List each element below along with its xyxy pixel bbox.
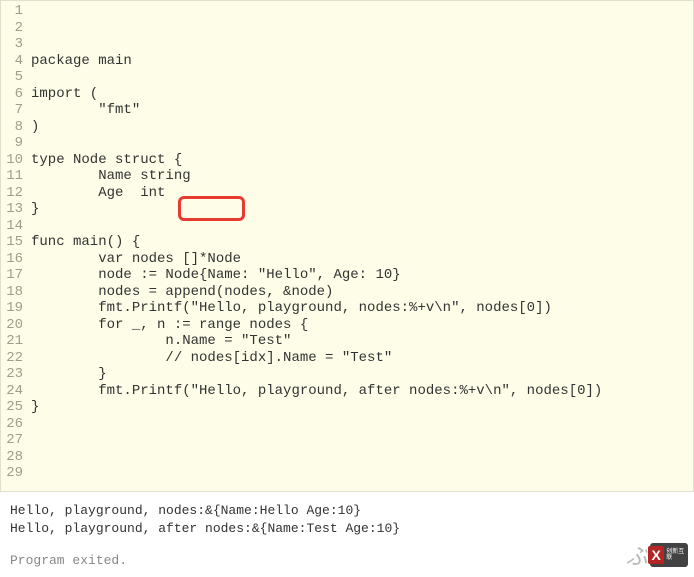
line-number: 18 [1, 284, 23, 301]
code-line[interactable] [31, 449, 602, 466]
brand-logo-text: 创新互联 [666, 549, 688, 561]
line-number: 12 [1, 185, 23, 202]
line-number-gutter: 1234567891011121314151617181920212223242… [1, 1, 29, 491]
code-line[interactable] [31, 69, 602, 86]
code-line[interactable]: } [31, 366, 602, 383]
code-line[interactable]: func main() { [31, 234, 602, 251]
code-editor[interactable]: 1234567891011121314151617181920212223242… [0, 0, 694, 492]
code-line[interactable]: var nodes []*Node [31, 251, 602, 268]
line-number: 16 [1, 251, 23, 268]
watermark: ぶ X 创新互联 [626, 539, 688, 571]
line-number: 2 [1, 20, 23, 37]
line-number: 28 [1, 449, 23, 466]
line-number: 13 [1, 201, 23, 218]
line-number: 4 [1, 53, 23, 70]
line-number: 23 [1, 366, 23, 383]
code-area[interactable]: package main import ( "fmt") type Node str… [29, 1, 602, 491]
line-number: 8 [1, 119, 23, 136]
line-number: 5 [1, 69, 23, 86]
code-line[interactable]: // nodes[idx].Name = "Test" [31, 350, 602, 367]
line-number: 14 [1, 218, 23, 235]
line-number: 1 [1, 3, 23, 20]
line-number: 10 [1, 152, 23, 169]
line-number: 3 [1, 36, 23, 53]
code-line[interactable]: fmt.Printf("Hello, playground, after nod… [31, 383, 602, 400]
code-line[interactable]: n.Name = "Test" [31, 333, 602, 350]
code-line[interactable]: Name string [31, 168, 602, 185]
code-line[interactable]: Age int [31, 185, 602, 202]
line-number: 17 [1, 267, 23, 284]
line-number: 20 [1, 317, 23, 334]
line-number: 25 [1, 399, 23, 416]
code-line[interactable]: package main [31, 53, 602, 70]
brand-logo: X 创新互联 [650, 543, 688, 567]
output-exit: Program exited. [10, 552, 684, 570]
line-number: 7 [1, 102, 23, 119]
brand-logo-x: X [648, 546, 664, 564]
line-number: 21 [1, 333, 23, 350]
line-number: 9 [1, 135, 23, 152]
code-line[interactable] [31, 432, 602, 449]
code-line[interactable]: nodes = append(nodes, &node) [31, 284, 602, 301]
line-number: 19 [1, 300, 23, 317]
line-number: 6 [1, 86, 23, 103]
line-number: 11 [1, 168, 23, 185]
code-line[interactable]: ) [31, 119, 602, 136]
code-line[interactable] [31, 135, 602, 152]
code-line[interactable] [31, 465, 602, 482]
line-number: 26 [1, 416, 23, 433]
code-line[interactable] [31, 218, 602, 235]
code-line[interactable]: for _, n := range nodes { [31, 317, 602, 334]
line-number: 27 [1, 432, 23, 449]
code-line[interactable] [31, 416, 602, 433]
wechat-icon: ぶ [626, 539, 646, 571]
code-line[interactable]: "fmt" [31, 102, 602, 119]
line-number: 22 [1, 350, 23, 367]
code-line[interactable]: } [31, 399, 602, 416]
code-line[interactable]: import ( [31, 86, 602, 103]
line-number: 29 [1, 465, 23, 482]
line-number: 15 [1, 234, 23, 251]
code-line[interactable] [31, 498, 602, 515]
code-line[interactable]: type Node struct { [31, 152, 602, 169]
code-line[interactable]: node := Node{Name: "Hello", Age: 10} [31, 267, 602, 284]
code-line[interactable] [31, 482, 602, 499]
code-line[interactable] [31, 515, 602, 532]
line-number: 24 [1, 383, 23, 400]
code-line[interactable]: } [31, 201, 602, 218]
code-line[interactable]: fmt.Printf("Hello, playground, nodes:%+v… [31, 300, 602, 317]
